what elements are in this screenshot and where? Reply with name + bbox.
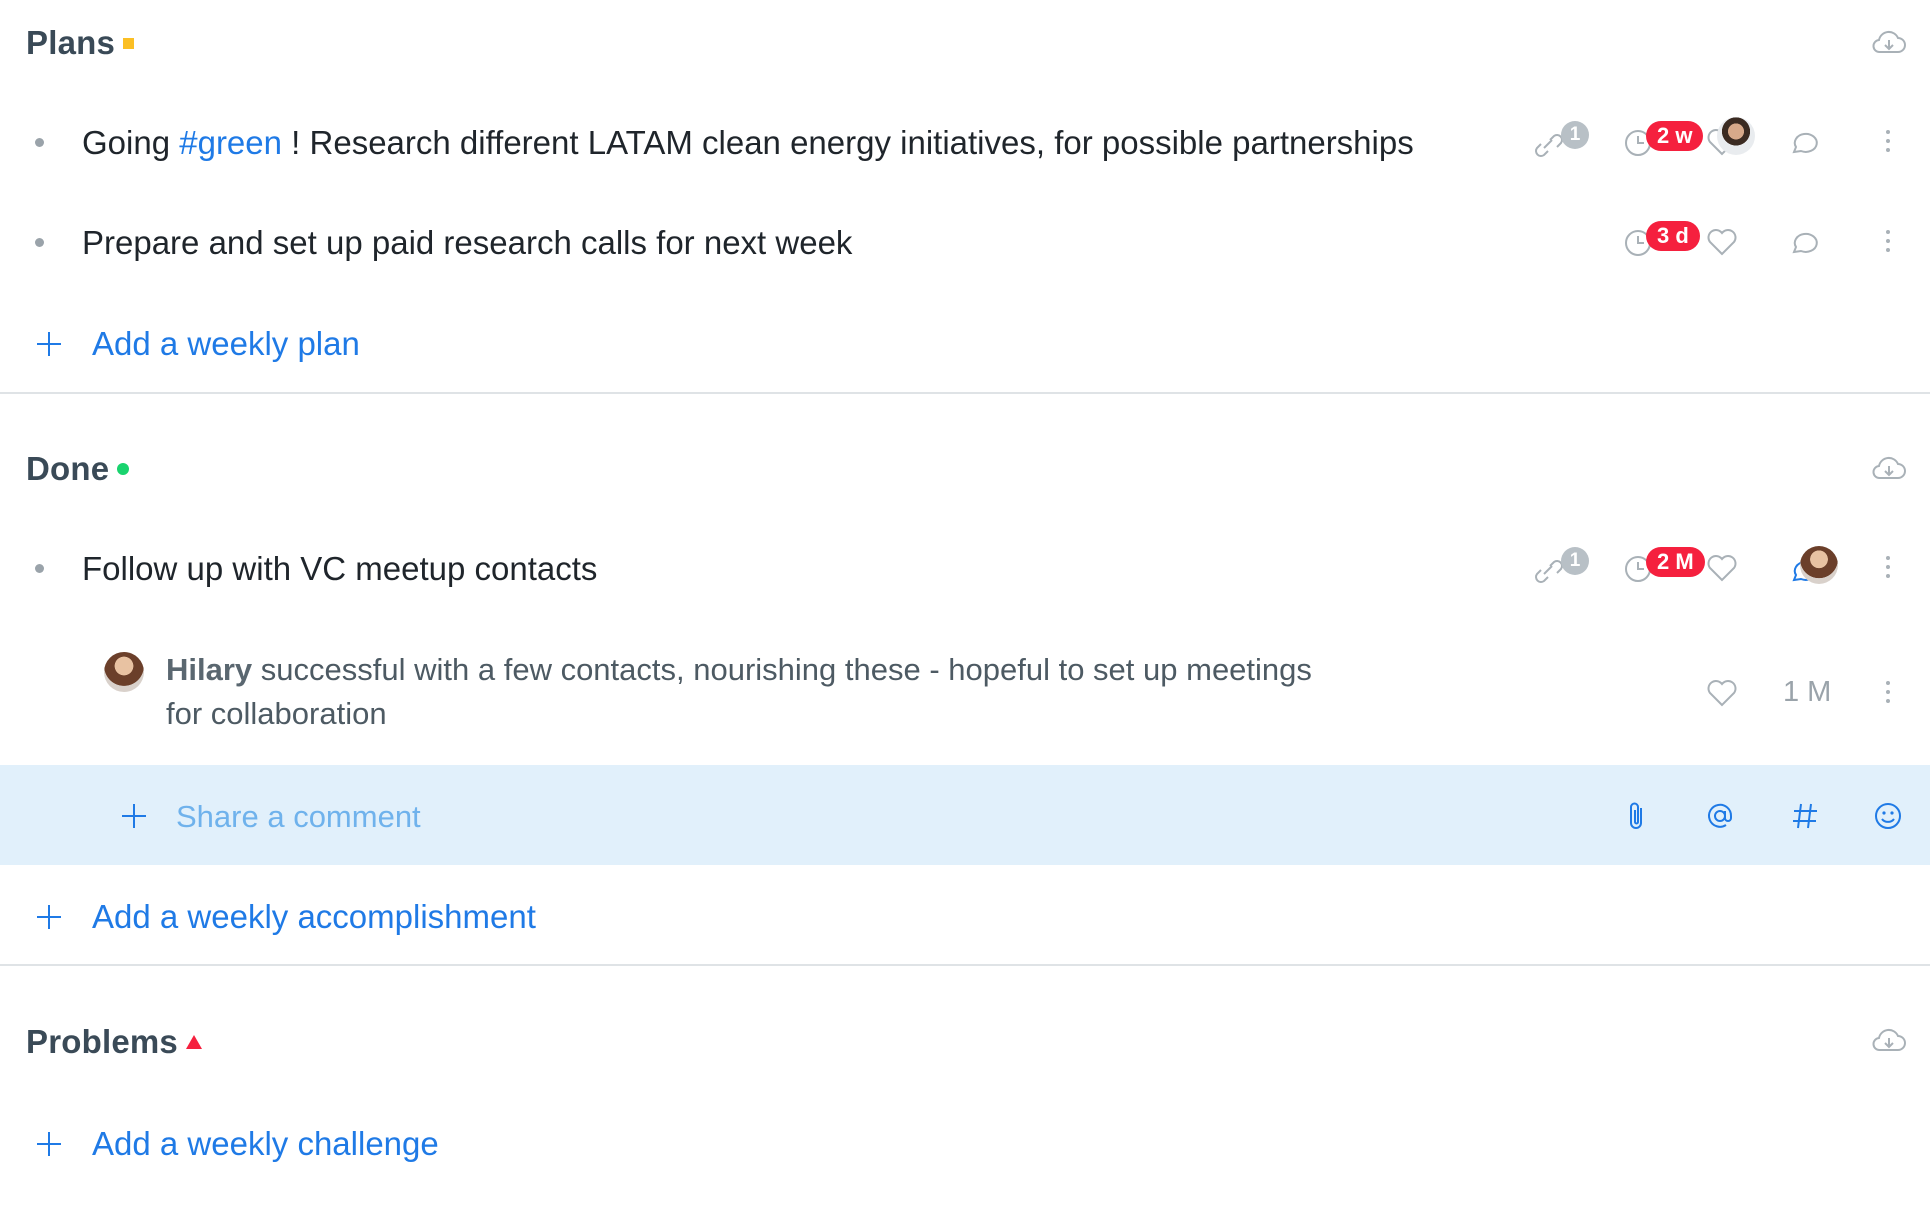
comment-age: 1 M	[1783, 676, 1832, 708]
bullet	[35, 138, 44, 147]
plus-icon	[37, 905, 61, 929]
due-badge: 3 d	[1646, 221, 1700, 251]
add-weekly-accomplishment-button[interactable]: Add a weekly accomplishment	[36, 898, 536, 936]
add-label: Add a weekly challenge	[92, 1125, 439, 1162]
at-icon[interactable]	[1704, 800, 1736, 832]
paperclip-icon[interactable]	[1625, 800, 1649, 832]
add-weekly-challenge-button[interactable]: Add a weekly challenge	[36, 1125, 439, 1163]
section-title: Plans	[26, 24, 116, 61]
done-marker-icon	[117, 463, 130, 475]
more-vertical-icon[interactable]	[1884, 228, 1892, 254]
plans-marker-icon	[123, 37, 135, 49]
item-text-part: ! Research different LATAM clean energy …	[282, 124, 1414, 161]
avatar[interactable]	[1800, 546, 1838, 584]
hashtag-link[interactable]: #green	[179, 124, 282, 161]
plus-icon[interactable]	[121, 803, 147, 829]
section-header-done: Done	[26, 450, 130, 488]
add-weekly-plan-button[interactable]: Add a weekly plan	[36, 325, 360, 363]
section-header-plans: Plans	[26, 24, 135, 62]
due-badge: 2 w	[1646, 121, 1704, 151]
cloud-download-icon[interactable]	[1871, 454, 1907, 484]
section-divider	[0, 392, 1930, 394]
heart-icon[interactable]	[1706, 227, 1738, 257]
comment-icon[interactable]	[1788, 228, 1820, 258]
avatar[interactable]	[1717, 117, 1755, 155]
links-count-badge: 1	[1561, 121, 1589, 149]
bullet	[35, 564, 44, 573]
plus-icon	[37, 1132, 61, 1156]
cloud-download-icon[interactable]	[1871, 28, 1907, 58]
add-label: Add a weekly plan	[92, 325, 360, 362]
comment-author[interactable]: Hilary	[166, 652, 252, 687]
section-title: Done	[26, 450, 110, 487]
more-vertical-icon[interactable]	[1884, 554, 1892, 580]
heart-icon[interactable]	[1706, 678, 1738, 708]
hash-icon[interactable]	[1790, 800, 1820, 832]
section-title: Problems	[26, 1023, 178, 1060]
heart-icon[interactable]	[1706, 553, 1738, 583]
comment-author-avatar[interactable]	[104, 652, 144, 692]
plan-item-text[interactable]: Prepare and set up paid research calls f…	[82, 224, 852, 262]
more-vertical-icon[interactable]	[1884, 679, 1892, 705]
section-divider	[0, 964, 1930, 966]
comment-input[interactable]	[174, 796, 1178, 838]
cloud-download-icon[interactable]	[1871, 1026, 1907, 1056]
links-count-badge: 1	[1561, 547, 1589, 575]
plan-item-text[interactable]: Going #green ! Research different LATAM …	[82, 124, 1414, 162]
bullet	[35, 238, 44, 247]
plus-icon	[37, 332, 61, 356]
comment-body: successful with a few contacts, nourishi…	[166, 652, 1312, 731]
due-badge: 2 M	[1646, 547, 1705, 577]
comment: Hilary successful with a few contacts, n…	[166, 648, 1346, 736]
done-item-text[interactable]: Follow up with VC meetup contacts	[82, 550, 597, 588]
problems-marker-icon	[186, 1035, 202, 1049]
add-label: Add a weekly accomplishment	[92, 898, 536, 935]
section-header-problems: Problems	[26, 1023, 202, 1061]
smiley-icon[interactable]	[1872, 800, 1904, 832]
comment-icon[interactable]	[1788, 128, 1820, 158]
item-text-part: Going	[82, 124, 180, 161]
more-vertical-icon[interactable]	[1884, 128, 1892, 154]
